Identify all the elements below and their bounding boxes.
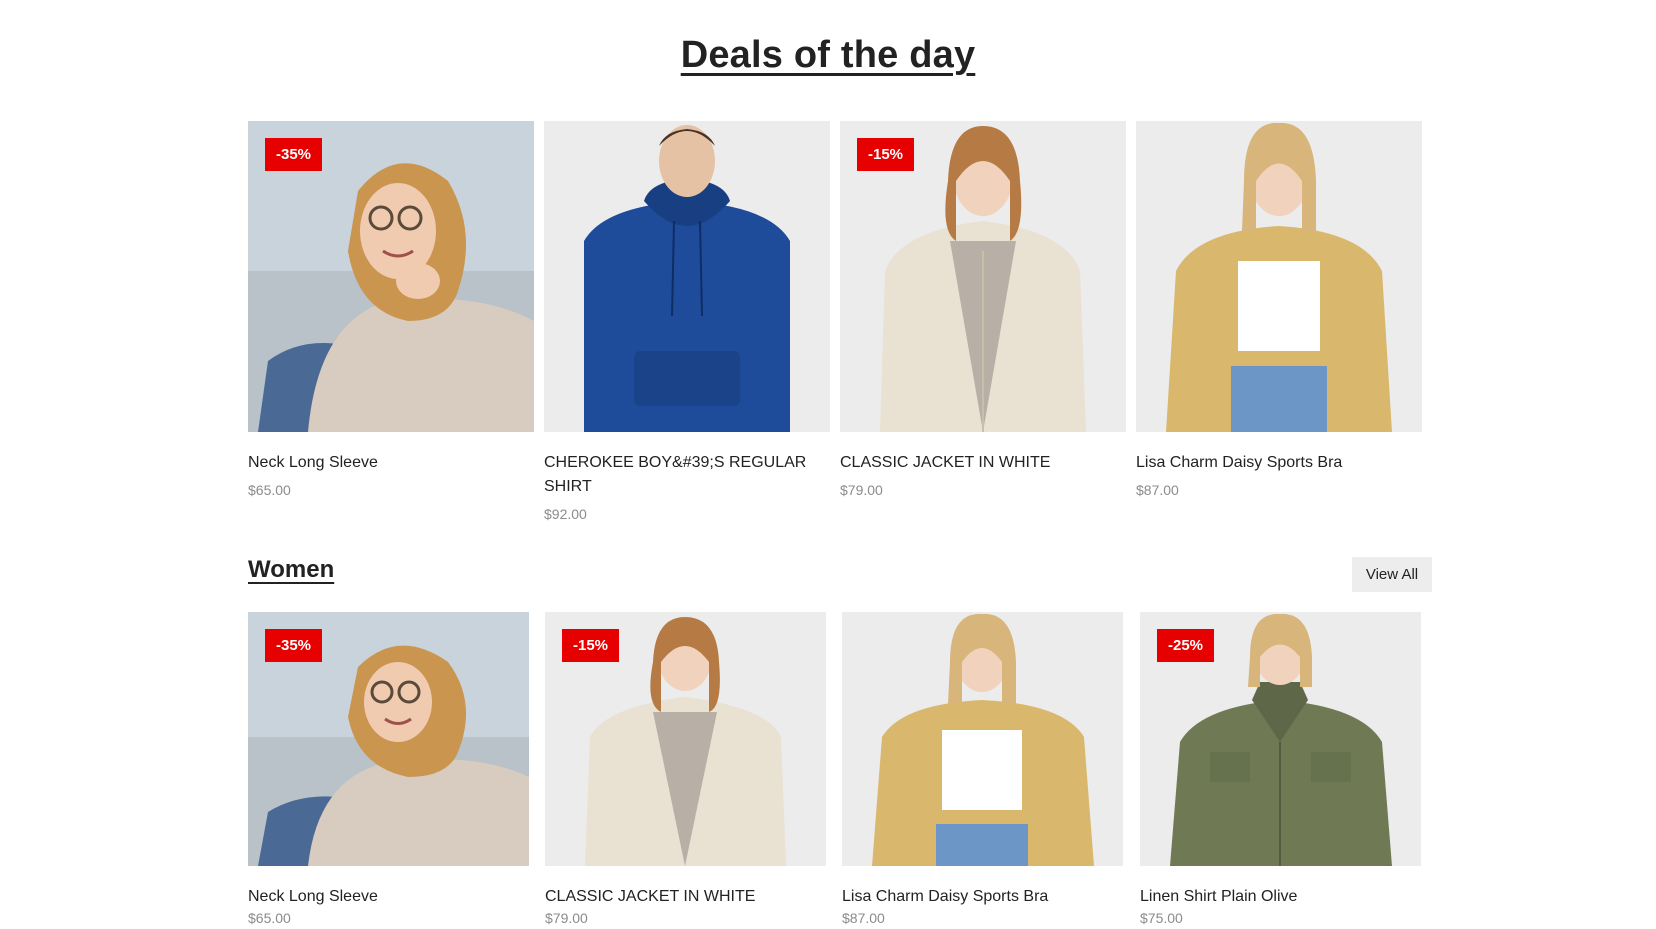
product-card[interactable]: -35% Neck Long Sleeve $65.00 [248,121,534,499]
discount-badge: -35% [265,138,323,171]
discount-badge: -35% [265,629,323,662]
discount-badge: -25% [1157,629,1215,662]
women-section-title[interactable]: Women [248,556,334,584]
product-price: $75.00 [1140,910,1183,926]
product-name[interactable]: Lisa Charm Daisy Sports Bra [842,885,1123,909]
product-price: $79.00 [840,482,883,498]
product-price: $79.00 [545,910,588,926]
product-name[interactable]: CHEROKEE BOY&#39;S REGULAR SHIRT [544,451,830,499]
product-image[interactable]: -35% [248,121,534,432]
product-image[interactable]: -15% [840,121,1126,432]
product-price: $87.00 [842,910,885,926]
product-image[interactable] [1136,121,1422,432]
product-image[interactable] [842,612,1123,866]
product-card[interactable]: -35% Neck Long Sleeve $65.00 [248,612,529,927]
product-name[interactable]: Linen Shirt Plain Olive [1140,885,1421,909]
product-card[interactable]: -15% CLASSIC JACKET IN WHITE $79.00 [545,612,826,927]
product-name[interactable]: CLASSIC JACKET IN WHITE [840,451,1126,475]
product-card[interactable]: CHEROKEE BOY&#39;S REGULAR SHIRT $92.00 [544,121,830,523]
product-card[interactable]: -15% CLASSIC JACKET IN WHITE $79.00 [840,121,1126,499]
product-image[interactable]: -15% [545,612,826,866]
product-price: $87.00 [1136,482,1179,498]
product-name[interactable]: CLASSIC JACKET IN WHITE [545,885,826,909]
product-price: $92.00 [544,506,587,522]
product-card[interactable]: Lisa Charm Daisy Sports Bra $87.00 [1136,121,1422,499]
product-card[interactable]: Lisa Charm Daisy Sports Bra $87.00 [842,612,1123,927]
discount-badge: -15% [857,138,915,171]
view-all-button[interactable]: View All [1352,557,1432,592]
product-card[interactable]: -25% Linen Shirt Plain Olive $75.00 [1140,612,1421,927]
product-price: $65.00 [248,910,291,926]
product-price: $65.00 [248,482,291,498]
product-name[interactable]: Neck Long Sleeve [248,451,534,475]
product-image[interactable]: -25% [1140,612,1421,866]
product-name[interactable]: Lisa Charm Daisy Sports Bra [1136,451,1422,475]
product-name[interactable]: Neck Long Sleeve [248,885,529,909]
product-image[interactable] [544,121,830,432]
discount-badge: -15% [562,629,620,662]
product-image[interactable]: -35% [248,612,529,866]
deals-title: Deals of the day [680,34,976,76]
